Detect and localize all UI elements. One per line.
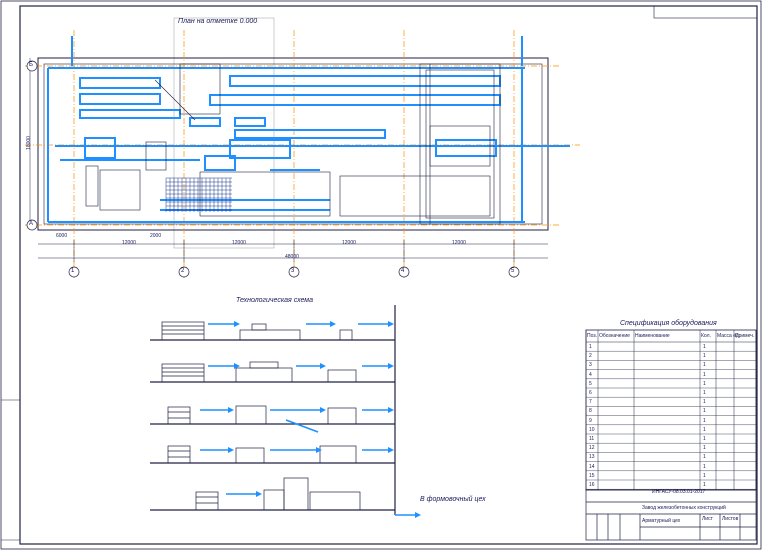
tb-sheets-label: Листов: [722, 516, 739, 522]
spec-cell: 1: [703, 399, 706, 406]
spec-cell: 1: [703, 472, 706, 479]
spec-title: Спецификация оборудования: [620, 320, 717, 327]
spec-cell: 1: [703, 380, 706, 387]
spec-cell: 1: [703, 362, 706, 369]
spec-cell: 5: [589, 380, 592, 387]
spec-cell: 1: [703, 426, 706, 433]
title-block: [585, 489, 757, 541]
spec-cell: 1: [703, 390, 706, 396]
drawing-canvas: [0, 0, 762, 550]
spec-cell: 11: [589, 436, 595, 442]
axis-label-4: 4: [401, 268, 405, 274]
spec-cell: 1: [703, 454, 706, 461]
dim-span-4: 12000: [452, 240, 466, 246]
spec-cell: 1: [589, 344, 592, 350]
dim-total: 48000: [285, 254, 299, 260]
tb-sheet-desc: Арматурный цех: [642, 518, 681, 524]
small-dim-1: 6000: [56, 233, 68, 239]
spec-table: [585, 329, 757, 491]
spec-header-cell: Примеч.: [735, 333, 755, 339]
tb-sheet-label: Лист: [702, 516, 713, 522]
spec-cell: 1: [703, 371, 706, 378]
tb-code: ИНГАСУ-08.03.01-2017: [652, 489, 706, 495]
spec-cell: 7: [589, 399, 592, 406]
small-dim-2: 2000: [150, 233, 162, 239]
spec-cell: 12: [589, 445, 595, 452]
axis-label-3: 3: [291, 268, 295, 274]
mesh-area: [165, 177, 232, 212]
plan-title: План на отметке 0.000: [178, 18, 258, 25]
axis-label-b: Б: [29, 62, 33, 68]
spec-header-cell: Обозначение: [599, 333, 630, 339]
axis-label-1: 1: [71, 268, 75, 274]
axis-label-5: 5: [511, 268, 515, 274]
spec-cell: 13: [589, 454, 595, 461]
plan-title-box: [173, 17, 275, 249]
spec-cell: 1: [703, 353, 706, 360]
spec-cell: 6: [589, 390, 592, 396]
spec-cell: 4: [589, 371, 592, 378]
spec-cell: 1: [703, 482, 706, 488]
outer-frame: [0, 0, 762, 550]
spec-cell: 1: [703, 408, 706, 415]
spec-cell: 1: [703, 417, 706, 424]
spec-cell: 2: [589, 353, 592, 360]
exit-label: В формовочный цех: [420, 496, 486, 503]
spec-cell: 1: [703, 463, 706, 470]
spec-cell: 9: [589, 417, 592, 424]
dim-span-1: 12000: [122, 240, 136, 246]
dim-span-3: 12000: [342, 240, 356, 246]
spec-cell: 1: [703, 445, 706, 452]
spec-cell: 14: [589, 463, 595, 470]
dim-depth: 18000: [25, 136, 32, 150]
spec-cell: 10: [589, 426, 595, 433]
drawing-sheet: План на отметке 0.000 Технологическая сх…: [0, 0, 762, 551]
axis-label-2: 2: [181, 268, 185, 274]
spec-header-cell: Наименование: [635, 333, 670, 339]
spec-cell: 1: [703, 436, 706, 442]
spec-cell: 15: [589, 472, 595, 479]
dim-span-2: 12000: [232, 240, 246, 246]
spec-cell: 3: [589, 362, 592, 369]
spec-cell: 16: [589, 482, 595, 488]
spec-header-cell: Поз.: [587, 333, 597, 339]
axis-label-a: А: [29, 221, 34, 227]
scheme-title: Технологическая схема: [236, 297, 313, 304]
spec-cell: 8: [589, 408, 592, 415]
tech-scheme: [150, 305, 421, 518]
tb-name: Завод железобетонных конструкций: [642, 505, 726, 511]
spec-header-cell: Кол.: [701, 333, 711, 339]
corner-stamp: [653, 5, 758, 19]
spec-cell: 1: [703, 344, 706, 350]
